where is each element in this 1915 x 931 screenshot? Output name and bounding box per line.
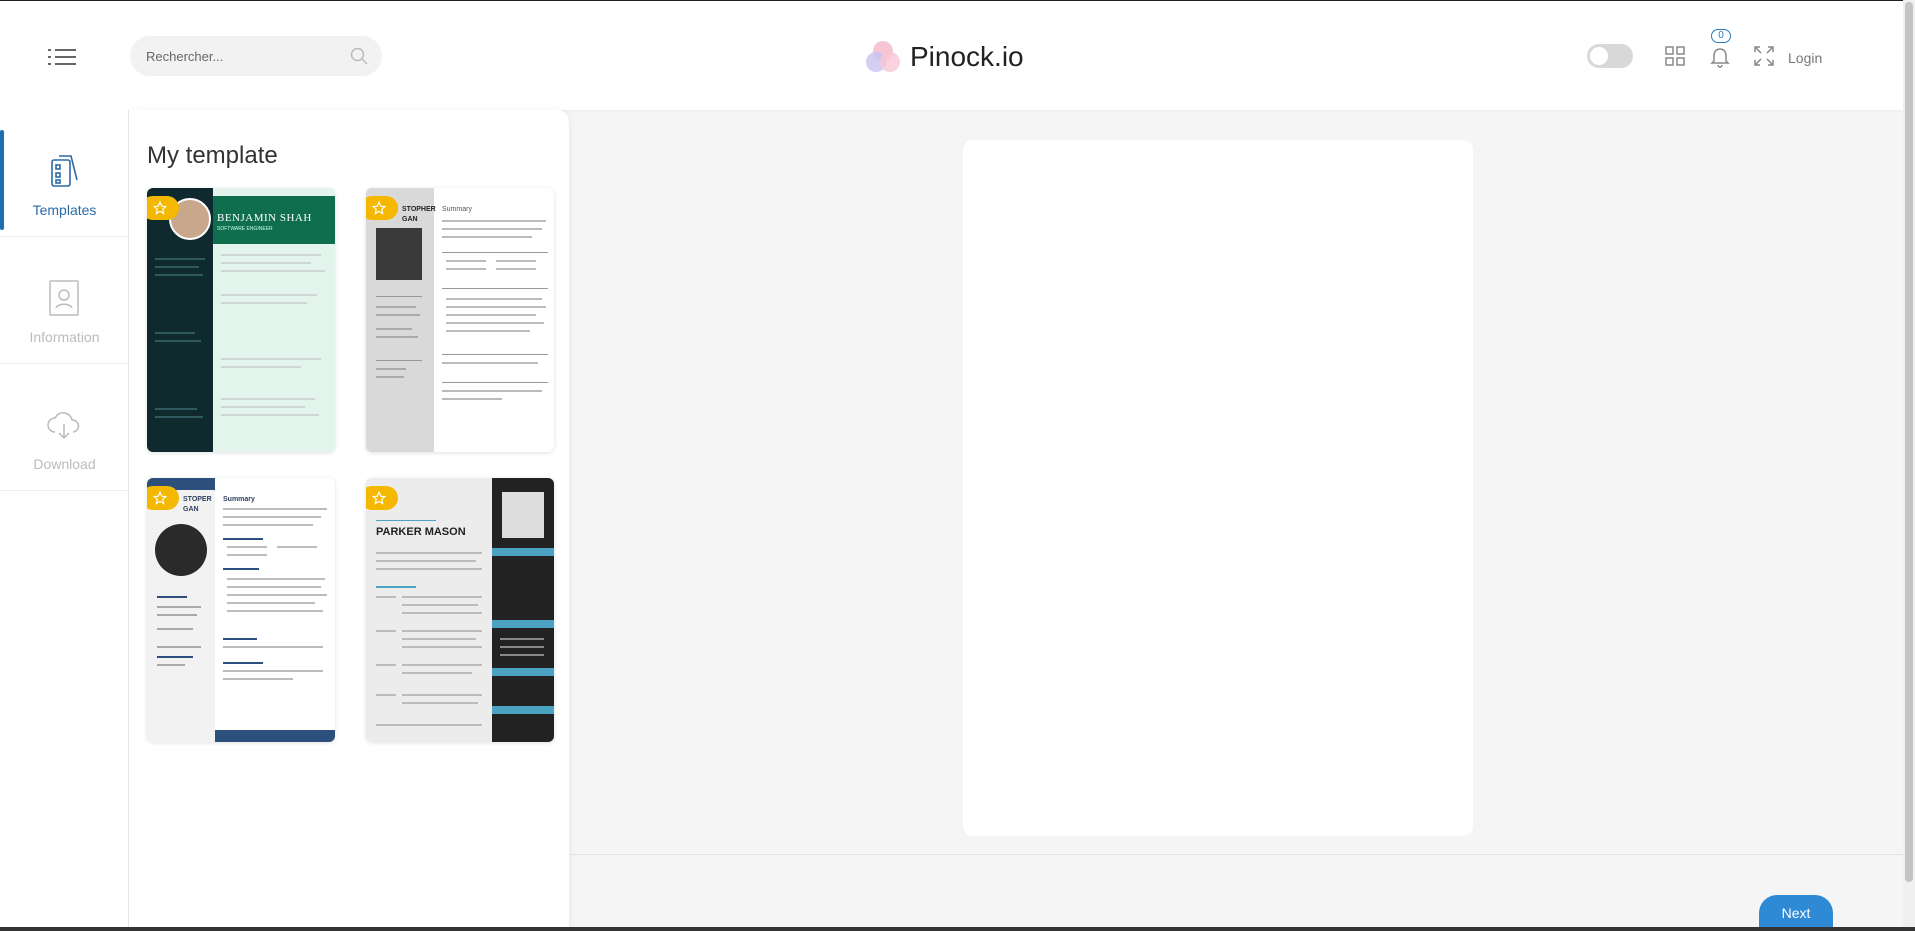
scrollbar[interactable] [1903,0,1915,931]
rail-label: Templates [32,202,97,218]
preview-canvas [963,140,1473,836]
avatar [502,492,544,538]
star-icon [153,201,167,215]
resume-name: STOPER [183,496,212,503]
footer-divider [569,854,1903,855]
brand-name: Pinock.io [910,41,1024,72]
templates-panel: My template BENJAMIN SHAH SOFTWARE ENGIN… [129,110,569,931]
window-bottom-edge [0,927,1915,931]
star-icon [153,491,167,505]
rail-label: Download [33,456,96,472]
star-icon [372,201,386,215]
star-badge[interactable] [147,486,179,510]
star-icon [372,491,386,505]
avatar [376,228,422,280]
resume-heading: Summary [442,206,472,213]
search-input[interactable] [146,36,336,76]
resume-name: STOPHER [402,206,436,213]
templates-icon [51,155,78,187]
bell-icon[interactable] [1708,44,1732,68]
next-button[interactable]: Next [1759,895,1833,931]
resume-heading: Summary [223,496,255,503]
top-header: Pinock.io 0 Login [0,0,1903,110]
resume-name: PARKER MASON [376,526,466,538]
rail-item-information[interactable]: Information [0,237,129,364]
resume-sidebar [147,478,215,742]
avatar [155,524,207,576]
template-card-1[interactable]: BENJAMIN SHAH SOFTWARE ENGINEER [147,188,335,452]
scrollbar-thumb[interactable] [1905,2,1913,882]
theme-toggle[interactable] [1587,44,1633,68]
rail-label: Information [29,329,100,345]
template-card-3[interactable]: STOPER GAN Summary [147,478,335,742]
rail-item-templates[interactable]: Templates [0,110,129,237]
cloud-download-icon [47,412,80,440]
star-badge[interactable] [366,196,398,220]
left-rail: Templates Information Download [0,110,129,931]
resume-bottom-band [215,730,335,742]
search-icon[interactable] [350,47,368,65]
resume-subtitle: SOFTWARE ENGINEER [217,226,273,232]
panel-title: My template [147,142,278,169]
user-card-icon [49,280,79,316]
brand-logo[interactable]: Pinock.io [862,37,1024,77]
resume-name: GAN [402,216,418,223]
fullscreen-icon[interactable] [1752,44,1776,68]
star-badge[interactable] [147,196,179,220]
resume-name: GAN [183,506,199,513]
search-box [130,36,382,76]
grid-icon[interactable] [1663,44,1687,68]
menu-icon[interactable] [48,47,76,67]
template-card-4[interactable]: PARKER MASON [366,478,554,742]
pinock-logo-icon [866,41,900,72]
rail-item-download[interactable]: Download [0,364,129,491]
star-badge[interactable] [366,486,398,510]
resume-name: BENJAMIN SHAH [217,212,312,224]
template-card-2[interactable]: STOPHER GAN Summary [366,188,554,452]
login-link[interactable]: Login [1788,50,1822,66]
notification-badge: 0 [1711,29,1731,43]
